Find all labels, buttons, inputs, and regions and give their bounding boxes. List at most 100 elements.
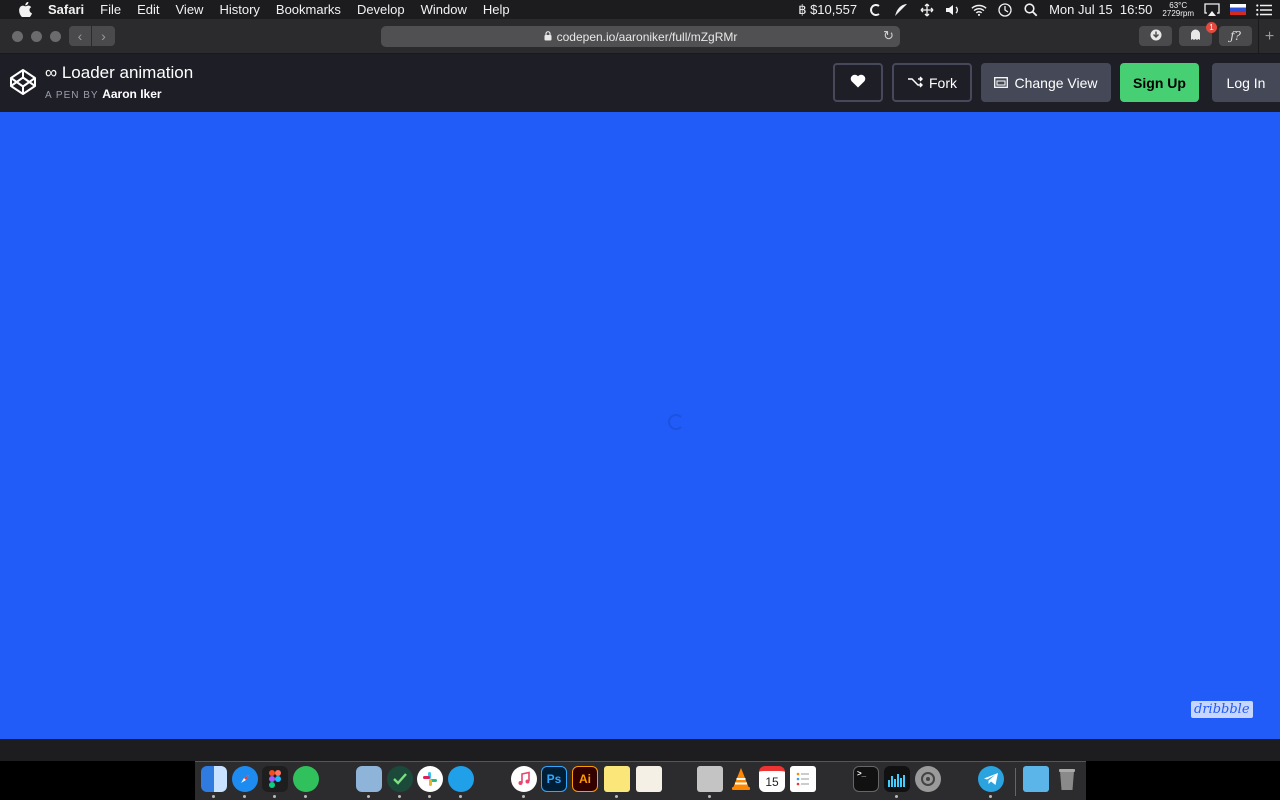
safari-icon[interactable] xyxy=(232,766,258,792)
things-icon[interactable] xyxy=(387,766,413,792)
pen-author-link[interactable]: Aaron Iker xyxy=(102,87,161,101)
running-indicator xyxy=(522,795,525,798)
fan-rpm-value: 2729rpm xyxy=(1162,8,1194,18)
history-nav: ‹ › xyxy=(69,26,115,46)
dock: Ps Ai 15 >_ xyxy=(195,761,1086,800)
new-tab-button[interactable]: + xyxy=(1258,19,1280,54)
illustrator-icon[interactable]: Ai xyxy=(572,766,598,792)
menu-history[interactable]: History xyxy=(219,0,259,19)
fork-label: Fork xyxy=(929,74,957,91)
chevron-right-icon: › xyxy=(101,28,106,44)
running-indicator xyxy=(895,795,898,798)
figma-icon[interactable] xyxy=(262,766,288,792)
running-indicator xyxy=(428,795,431,798)
menu-develop[interactable]: Develop xyxy=(357,0,405,19)
dribbble-watermark: dribbble xyxy=(1191,701,1253,718)
address-bar[interactable]: codepen.io/aaroniker/full/mZgRMr ↻ xyxy=(381,26,900,47)
system-preferences-icon[interactable] xyxy=(915,766,941,792)
running-indicator xyxy=(304,795,307,798)
menu-edit[interactable]: Edit xyxy=(137,0,159,19)
reload-icon[interactable]: ↻ xyxy=(883,28,894,44)
airplay-icon[interactable] xyxy=(1204,2,1220,17)
pen-preview: dribbble xyxy=(0,112,1280,739)
clock[interactable]: Mon Jul 15 16:50 xyxy=(1049,2,1152,17)
calendar-icon[interactable]: 15 xyxy=(759,766,785,792)
preview-icon[interactable] xyxy=(356,766,382,792)
menu-bookmarks[interactable]: Bookmarks xyxy=(276,0,341,19)
layout-icon xyxy=(994,75,1009,91)
minimize-window-button[interactable] xyxy=(31,31,42,42)
download-icon xyxy=(1150,29,1162,44)
menu-help[interactable]: Help xyxy=(483,0,510,19)
messages-green-icon[interactable] xyxy=(293,766,319,792)
volume-icon[interactable] xyxy=(945,3,961,17)
fork-button[interactable]: Fork xyxy=(892,63,972,102)
activity-monitor-icon[interactable] xyxy=(884,766,910,792)
extension-button[interactable]: 1 xyxy=(1179,22,1217,46)
running-indicator xyxy=(989,795,992,798)
running-indicator xyxy=(398,795,401,798)
script-button[interactable]: ƒ? xyxy=(1219,26,1252,46)
btc-price[interactable]: ฿ $10,557 xyxy=(798,2,857,18)
pen-byline: A PEN BY Aaron Iker xyxy=(45,87,162,101)
textedit-icon[interactable] xyxy=(636,766,662,792)
notification-badge: 1 xyxy=(1206,22,1217,33)
dock-separator xyxy=(1015,768,1016,796)
menu-file[interactable]: File xyxy=(100,0,121,19)
downloads-folder-icon[interactable] xyxy=(1023,766,1049,792)
safari-toolbar: ‹ › codepen.io/aaroniker/full/mZgRMr ↻ 1… xyxy=(0,19,1280,54)
menu-app-name[interactable]: Safari xyxy=(48,0,84,19)
window-controls xyxy=(12,31,61,42)
heart-button[interactable] xyxy=(833,63,883,102)
temperature-readout[interactable]: 63°C 2729rpm xyxy=(1162,1,1194,18)
vlc-icon[interactable] xyxy=(728,766,754,792)
reminders-icon[interactable] xyxy=(790,766,816,792)
window-bottom-strip xyxy=(0,739,1280,761)
url-text: codepen.io/aaroniker/full/mZgRMr xyxy=(556,29,738,44)
finder-icon[interactable] xyxy=(201,766,227,792)
chevron-left-icon: ‹ xyxy=(77,28,83,44)
downloads-button[interactable] xyxy=(1139,26,1172,46)
slack-icon[interactable] xyxy=(417,766,443,792)
running-indicator xyxy=(273,795,276,798)
feather-icon[interactable] xyxy=(893,3,909,17)
codepen-header: ∞ Loader animation A PEN BY Aaron Iker F… xyxy=(0,54,1280,112)
russian-flag-icon[interactable] xyxy=(1230,3,1246,17)
change-view-button[interactable]: Change View xyxy=(981,63,1111,102)
running-indicator xyxy=(212,795,215,798)
codepen-logo-icon[interactable] xyxy=(9,68,37,96)
sign-up-button[interactable]: Sign Up xyxy=(1120,63,1199,102)
script-editor-icon[interactable] xyxy=(697,766,723,792)
itunes-icon[interactable] xyxy=(511,766,537,792)
loader-animation xyxy=(668,414,684,430)
menu-view[interactable]: View xyxy=(176,0,204,19)
close-window-button[interactable] xyxy=(12,31,23,42)
telegram-icon[interactable] xyxy=(978,766,1004,792)
zoom-window-button[interactable] xyxy=(50,31,61,42)
heart-icon xyxy=(850,74,866,91)
forward-button[interactable]: › xyxy=(92,26,115,46)
cleanmymac-icon[interactable] xyxy=(448,766,474,792)
time-machine-icon[interactable] xyxy=(997,2,1013,17)
menubar-status-area: ฿ $10,557 Mon Jul 15 16:50 63°C 2729rpm xyxy=(798,0,1272,19)
running-indicator xyxy=(367,795,370,798)
change-view-label: Change View xyxy=(1014,74,1098,91)
search-icon[interactable] xyxy=(1023,2,1039,17)
trash-icon[interactable] xyxy=(1054,766,1080,792)
notes-icon[interactable] xyxy=(604,766,630,792)
fork-icon xyxy=(907,75,923,91)
cleanmymac-menu-icon[interactable] xyxy=(867,3,883,17)
menu-window[interactable]: Window xyxy=(421,0,467,19)
wifi-icon[interactable] xyxy=(971,3,987,17)
apple-icon[interactable] xyxy=(15,2,35,17)
running-indicator xyxy=(708,795,711,798)
terminal-icon[interactable]: >_ xyxy=(853,766,879,792)
list-menu-icon[interactable] xyxy=(1256,3,1272,17)
move-icon[interactable] xyxy=(919,3,935,17)
running-indicator xyxy=(615,795,618,798)
ghostery-icon xyxy=(1190,29,1201,44)
log-in-button[interactable]: Log In xyxy=(1212,63,1280,102)
back-button[interactable]: ‹ xyxy=(69,26,92,46)
lock-icon xyxy=(544,30,552,44)
photoshop-icon[interactable]: Ps xyxy=(541,766,567,792)
